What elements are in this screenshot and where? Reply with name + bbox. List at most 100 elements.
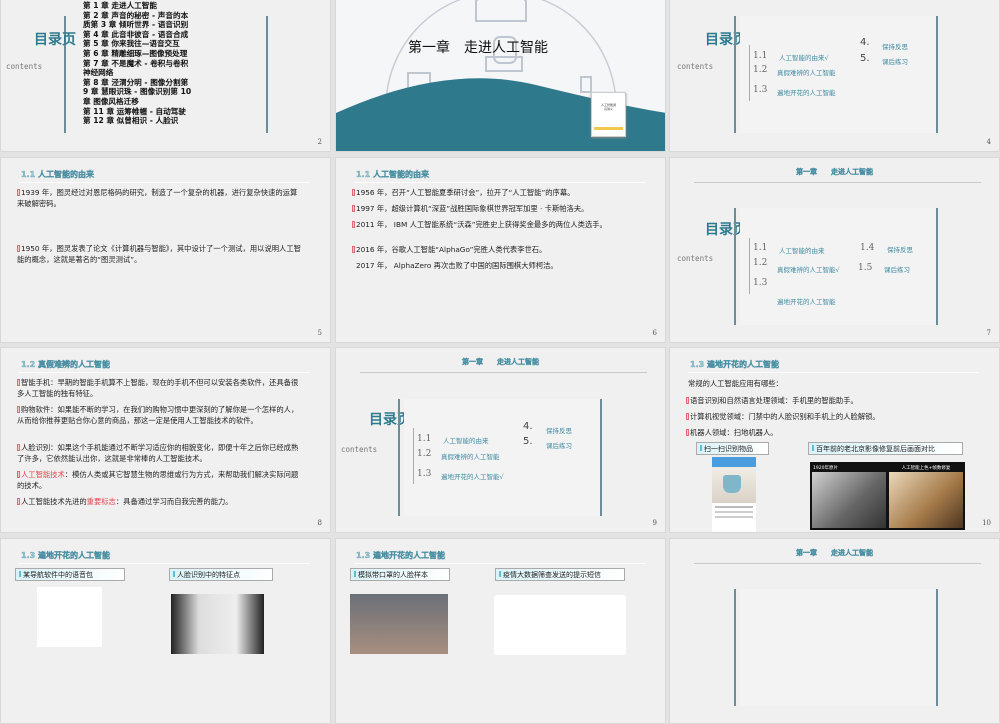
- slide-thumbnail-8[interactable]: 1.2 真假难辨的人工智能 智能手机：早期的智能手机算不上智能，现在的手机不但可…: [0, 347, 331, 533]
- toc-item[interactable]: 课后练习: [884, 264, 910, 274]
- slide-thumbnail-10[interactable]: 1.3 遍地开花的人工智能 常规的人工智能应用有哪些： 语音识别和自然语言处理领…: [669, 347, 1000, 533]
- toc-item[interactable]: 人工智能的由来: [443, 435, 489, 445]
- chapter-item: 第 1 章 走进人工智能: [83, 1, 157, 10]
- toc-item[interactable]: 遍地开花的人工智能√: [441, 471, 504, 481]
- slide-thumbnail-9[interactable]: 第一章 走进人工智能 目录页 contents 1.1 人工智能的由来 1.2 …: [335, 347, 666, 533]
- toc-num: 1.1: [753, 51, 768, 61]
- divider-line: [266, 16, 268, 133]
- toc-item[interactable]: 遍地开花的人工智能: [777, 87, 836, 97]
- toc-num: 1.1: [417, 434, 432, 444]
- slide-thumbnail-3[interactable]: 第一章 走进人工智能 人工智能通识讲义: [335, 0, 666, 152]
- toc-num: 1.2: [753, 65, 768, 75]
- toc-item[interactable]: 真假难辨的人工智能√: [777, 264, 840, 274]
- toc-num: 5.: [523, 436, 533, 447]
- bullet-text: 购物软件：如果能不断的学习，在我们的购物习惯中更深刻的了解你是一个怎样的人，从而…: [17, 405, 299, 425]
- slide-thumbnail-4[interactable]: 目录页 contents 1.1 人工智能的由来√ 1.2 真假难辨的人工智能 …: [669, 0, 1000, 152]
- contents-label: contents: [677, 62, 714, 71]
- toc-num: 4.: [860, 37, 870, 48]
- section-title: 1.3 遍地开花的人工智能: [21, 551, 110, 560]
- page-number: 9: [652, 519, 657, 527]
- toc-item[interactable]: 课后练习: [546, 440, 572, 450]
- toc-num: 1.5: [858, 263, 873, 273]
- toc-box: [740, 589, 936, 706]
- header-underline: [694, 182, 981, 183]
- header-underline: [694, 563, 981, 564]
- bullet-text: 智能手机：早期的智能手机算不上智能，现在的手机不但可以安装各类软件，还具备很多人…: [17, 378, 299, 398]
- slide-thumbnail-7[interactable]: 第一章 走进人工智能 目录页 contents 1.1 人工智能的由来 1.2 …: [669, 157, 1000, 343]
- bullet-item: 1997 年，超级计算机“深蓝”战胜国际象棋世界冠军加里 · 卡斯帕洛夫。: [352, 203, 637, 214]
- bullet-item: 人工智能技术先进的重要标志：具备通过学习而自我完善的能力。: [17, 496, 302, 507]
- bullet-text: 机器人领域：扫地机器人。: [690, 428, 778, 437]
- caption-text: 百年前的老北京影像修复前后画面对比: [816, 445, 935, 453]
- title-underline: [19, 182, 310, 183]
- toc-title: 目录页: [34, 32, 76, 48]
- masked-face-photo: [350, 594, 448, 654]
- toc-item[interactable]: 保持反思: [546, 425, 572, 435]
- toc-num: 1.2: [753, 258, 768, 268]
- slide-thumbnail-13[interactable]: 第一章 走进人工智能: [669, 538, 1000, 724]
- photo-label: 人工智能上色+帧数修复: [889, 464, 963, 472]
- bullet-text: 人工智能技术先进的: [21, 497, 87, 506]
- face-photo: [171, 594, 264, 654]
- book-cover: 人工智能通识讲义: [591, 92, 626, 137]
- photo-label: 1920年原片: [812, 464, 886, 472]
- slide-thumbnail-5[interactable]: 1.1 人工智能的由来 1939 年，图灵经过对恩尼格码的研究，制造了一个复杂的…: [0, 157, 331, 343]
- toc-item[interactable]: 人工智能的由来√: [779, 52, 829, 62]
- bullet-text: 1950 年，图灵发表了论文《计算机器与智能》，其中设计了一个测试，用以说明人工…: [17, 244, 301, 264]
- bullet-item: 语音识别和自然语言处理领域：手机里的智能助手。: [686, 395, 971, 406]
- toc-item[interactable]: 真假难辨的人工智能: [777, 67, 836, 77]
- title-underline: [354, 563, 645, 564]
- divider-line: [600, 399, 602, 516]
- slide-thumbnail-12[interactable]: 1.3 遍地开花的人工智能 模拟带口罩的人脸样本 疫情大数据筛查发送的提示短信: [335, 538, 666, 724]
- image-caption: 人脸识别中的特征点: [169, 568, 273, 581]
- image-caption: 某导航软件中的语音包: [15, 568, 125, 581]
- toc-num: 1.3: [753, 278, 768, 288]
- toc-item[interactable]: 保持反思: [887, 244, 913, 254]
- slide-thumbnail-11[interactable]: 1.3 遍地开花的人工智能 某导航软件中的语音包 人脸识别中的特征点: [0, 538, 331, 724]
- title-underline: [19, 563, 310, 564]
- toc-item[interactable]: 课后练习: [882, 56, 908, 66]
- divider-line: [398, 399, 400, 516]
- contents-label: contents: [341, 445, 378, 454]
- chapter-item: 第 2 章 声音的秘密 - 声音的本质第 3 章 倾听世界 - 语音识别: [83, 10, 189, 30]
- bullet-text: 计算机视觉领域：门禁中的人脸识别和手机上的人脸解锁。: [690, 412, 880, 421]
- bullet-item: 1956 年，召开“人工智能夏季研讨会”，拉开了“人工智能”的序幕。: [352, 187, 637, 198]
- title-underline: [19, 372, 310, 373]
- toc-item[interactable]: 保持反思: [882, 41, 908, 51]
- title-underline: [354, 182, 645, 183]
- highlight-text: 人工智能技术: [21, 470, 65, 479]
- divider-line: [734, 208, 736, 325]
- bullet-item: 购物软件：如果能不断的学习，在我们的购物习惯中更深刻的了解你是一个怎样的人，从而…: [17, 404, 302, 426]
- caption-text: 扫一扫识别物品: [704, 445, 753, 453]
- page-number: 5: [317, 329, 322, 337]
- photo-comparison: 1920年原片 人工智能上色+帧数修复: [810, 462, 965, 530]
- caption-text: 模拟带口罩的人脸样本: [358, 571, 428, 579]
- chapter-item: 第 4 章 此音非彼音 - 语音合成: [83, 29, 189, 39]
- bullet-text: 1939 年，图灵经过对恩尼格码的研究，制造了一个复杂的机器，进行复杂快速的运算…: [17, 188, 298, 208]
- toc-box: [404, 399, 600, 516]
- slide-thumbnail-6[interactable]: 1.1 人工智能的由来 1956 年，召开“人工智能夏季研讨会”，拉开了“人工智…: [335, 157, 666, 343]
- header-underline: [360, 372, 647, 373]
- bullet-item: 机器人领域：扫地机器人。: [686, 427, 971, 438]
- toc-item[interactable]: 遍地开花的人工智能: [777, 296, 836, 306]
- toc-box: [740, 16, 936, 133]
- title-underline: [688, 372, 979, 373]
- bullet-text: 2017 年， AlphaZero 再次击败了中国的国际围棋大师柯洁。: [356, 261, 558, 270]
- bullet-text: 1997 年，超级计算机“深蓝”战胜国际象棋世界冠军加里 · 卡斯帕洛夫。: [356, 204, 589, 213]
- bullet-text: 2016 年，谷歌人工智能“AlphaGo”完胜人类代表李世石。: [356, 245, 547, 254]
- chapter-item: 第 6 章 精雕细琢—图像预处理: [83, 48, 188, 58]
- toc-num: 4.: [523, 421, 533, 432]
- page-number: 6: [652, 329, 657, 337]
- highlight-text: 重要标志: [86, 497, 116, 506]
- toc-item[interactable]: 真假难辨的人工智能: [441, 451, 500, 461]
- toc-item[interactable]: 人工智能的由来: [779, 245, 825, 255]
- image-caption: 模拟带口罩的人脸样本: [350, 568, 450, 581]
- bullet-item: 2011 年， IBM 人工智能系统“沃森”完胜史上获得奖金最多的两位人类选手。: [352, 219, 637, 230]
- slide-thumbnail-2[interactable]: 目录页 contents 第 1 章 走进人工智能 第 2 章 声音的秘密 - …: [0, 0, 331, 152]
- section-title: 1.1 人工智能的由来: [356, 170, 429, 179]
- bullet-item: 2017 年， AlphaZero 再次击败了中国的国际围棋大师柯洁。: [352, 260, 637, 271]
- page-number: 7: [986, 329, 991, 337]
- bullet-item: 1950 年，图灵发表了论文《计算机器与智能》，其中设计了一个测试，用以说明人工…: [17, 243, 302, 265]
- contents-label: contents: [677, 254, 714, 263]
- toc-num: 1.3: [417, 469, 432, 479]
